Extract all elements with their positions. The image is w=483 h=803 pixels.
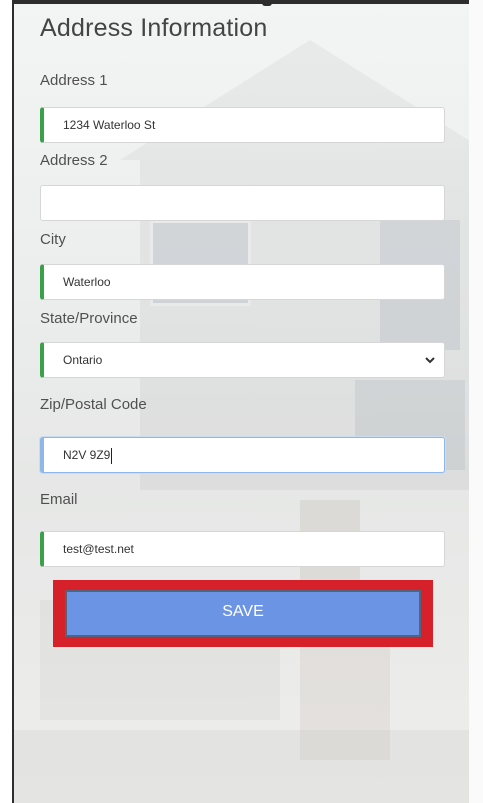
window-left-border [0, 0, 14, 803]
save-highlight-box: SAVE [53, 580, 433, 647]
address2-input[interactable] [40, 185, 445, 221]
zip-input[interactable]: N2V 9Z9 [40, 437, 445, 473]
zip-value: N2V 9Z9 [63, 448, 111, 462]
save-button[interactable]: SAVE [65, 590, 421, 637]
city-value: Waterloo [63, 275, 111, 289]
email-label: Email [40, 491, 78, 508]
address1-label: Address 1 [40, 72, 108, 89]
window-right-margin [469, 0, 483, 803]
top-marker [262, 0, 272, 6]
address1-input[interactable]: 1234 Waterloo St [40, 107, 445, 143]
state-value: Ontario [63, 353, 103, 367]
state-label: State/Province [40, 310, 138, 327]
app-frame: Address Information Address 1 1234 Water… [0, 0, 483, 803]
email-value: test@test.net [63, 542, 134, 556]
zip-label: Zip/Postal Code [40, 396, 147, 413]
address1-value: 1234 Waterloo St [63, 118, 156, 132]
city-input[interactable]: Waterloo [40, 264, 445, 300]
address2-label: Address 2 [40, 152, 108, 169]
text-caret [111, 447, 113, 464]
email-input[interactable]: test@test.net [40, 531, 445, 567]
chevron-down-icon [425, 357, 435, 364]
page-title: Address Information [40, 14, 268, 42]
window-top-border [0, 0, 483, 4]
state-select[interactable]: Ontario [40, 342, 445, 378]
city-label: City [40, 231, 66, 248]
